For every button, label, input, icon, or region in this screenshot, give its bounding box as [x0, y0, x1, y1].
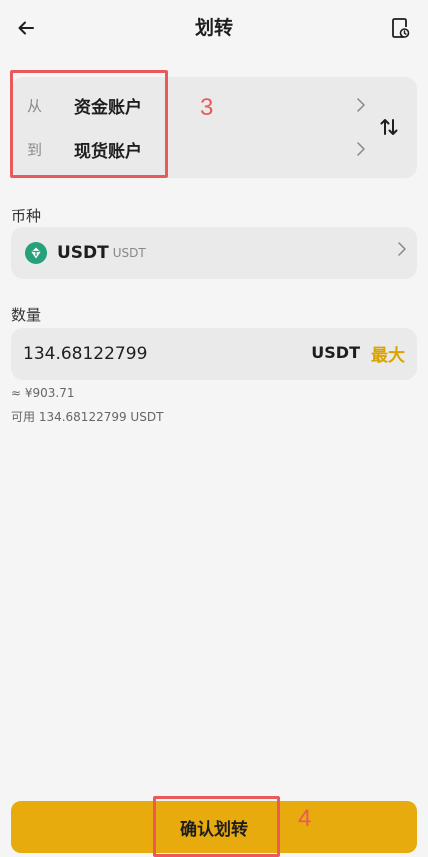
page-title: 划转 — [194, 17, 233, 39]
history-icon — [392, 18, 410, 38]
amount-input[interactable] — [23, 328, 303, 380]
from-account-row[interactable]: 从 资金账户 — [11, 83, 373, 127]
to-account-name: 现货账户 — [74, 141, 142, 162]
available-balance: 可用 134.68122799 USDT — [11, 410, 164, 424]
history-button[interactable] — [386, 14, 414, 42]
swap-accounts-button[interactable] — [375, 113, 403, 141]
amount-section-label: 数量 — [11, 306, 42, 324]
chevron-right-icon — [349, 141, 373, 157]
chevron-right-icon — [397, 241, 407, 261]
coin-subtitle: USDT — [112, 246, 146, 260]
to-prefix: 到 — [27, 140, 43, 159]
to-account-row[interactable]: 到 现货账户 — [11, 127, 373, 171]
max-button[interactable]: 最大 — [371, 341, 405, 366]
annotation-number-3: 3 — [200, 94, 214, 121]
swap-icon — [380, 119, 398, 135]
annotation-number-4: 4 — [298, 805, 312, 832]
chevron-right-icon — [349, 97, 373, 113]
from-prefix: 从 — [27, 96, 43, 115]
coin-selector[interactable]: USDT USDT — [11, 227, 417, 279]
amount-field-container: USDT 最大 — [11, 328, 417, 380]
usdt-coin-icon — [25, 242, 47, 264]
coin-section-label: 币种 — [11, 207, 42, 225]
header: 划转 — [0, 0, 428, 56]
coin-symbol: USDT — [57, 243, 109, 263]
confirm-transfer-button[interactable]: 确认划转 — [11, 801, 417, 853]
accounts-card: 从 资金账户 到 现货账户 — [11, 77, 417, 178]
approx-value: ≈ ¥903.71 — [11, 386, 75, 400]
amount-unit: USDT — [311, 343, 360, 362]
